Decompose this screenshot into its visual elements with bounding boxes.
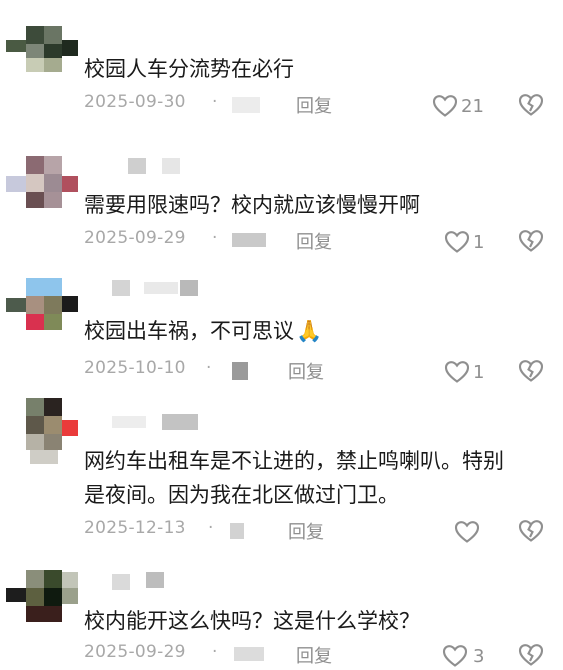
username-blur[interactable] bbox=[112, 280, 130, 296]
like-count: 3 bbox=[473, 645, 485, 667]
avatar[interactable] bbox=[6, 156, 78, 216]
separator-dot: · bbox=[212, 228, 218, 248]
username-blur[interactable] bbox=[112, 574, 130, 590]
comment-text: 校园人车分流势在必行 bbox=[84, 57, 294, 81]
reply-button[interactable]: 回复 bbox=[296, 228, 332, 254]
broken-heart-icon bbox=[518, 230, 544, 252]
comment-meta: 2025-12-13 · 回复 bbox=[84, 518, 554, 546]
like-count: 21 bbox=[461, 95, 484, 117]
separator-dot: · bbox=[208, 518, 214, 538]
username-blur[interactable] bbox=[112, 416, 146, 428]
username-blur[interactable] bbox=[162, 158, 180, 174]
username-blur[interactable] bbox=[162, 414, 198, 430]
like-count: 1 bbox=[473, 361, 485, 383]
heart-outline-icon bbox=[432, 95, 458, 117]
comment-text: 需要用限速吗？校内就应该慢慢开啊 bbox=[84, 193, 420, 217]
username-blur[interactable] bbox=[180, 280, 198, 296]
comment-text-content: 校园出车祸，不可思议 bbox=[84, 319, 294, 343]
avatar[interactable] bbox=[6, 26, 78, 86]
comment-date: 2025-09-29 bbox=[84, 642, 186, 662]
username-blur[interactable] bbox=[128, 158, 146, 174]
dislike-button[interactable] bbox=[518, 92, 544, 118]
broken-heart-icon bbox=[518, 520, 544, 542]
dislike-button[interactable] bbox=[518, 518, 544, 544]
dislike-button[interactable] bbox=[518, 358, 544, 384]
username-blur[interactable] bbox=[144, 282, 178, 294]
username-blur[interactable] bbox=[146, 572, 164, 588]
comment-text: 校内能开这么快吗？这是什么学校？ bbox=[84, 609, 420, 633]
reply-button[interactable]: 回复 bbox=[288, 518, 324, 544]
comment-meta: 2025-09-30 · 回复 21 bbox=[84, 92, 554, 120]
broken-heart-icon bbox=[518, 94, 544, 116]
reply-button[interactable]: 回复 bbox=[288, 358, 324, 384]
heart-outline-icon bbox=[442, 645, 468, 667]
like-button[interactable] bbox=[454, 518, 483, 546]
location-blur bbox=[232, 362, 248, 380]
comment-text: 校园出车祸，不可思议🙏 bbox=[84, 314, 544, 348]
comment-meta: 2025-09-29 · 回复 1 bbox=[84, 228, 554, 256]
avatar[interactable] bbox=[6, 398, 78, 464]
reply-button[interactable]: 回复 bbox=[296, 92, 332, 118]
comment-text-line: 网约车出租车是不让进的，禁止鸣喇叭。特别 bbox=[84, 449, 504, 473]
avatar[interactable] bbox=[6, 278, 78, 338]
heart-outline-icon bbox=[454, 521, 480, 543]
location-blur bbox=[232, 97, 260, 113]
comment-meta: 2025-09-29 · 回复 3 bbox=[84, 642, 554, 670]
avatar[interactable] bbox=[6, 570, 78, 630]
location-blur bbox=[234, 647, 264, 661]
like-button[interactable]: 21 bbox=[432, 92, 484, 120]
comment-text-line: 是夜间。因为我在北区做过门卫。 bbox=[84, 483, 399, 507]
separator-dot: · bbox=[206, 358, 212, 378]
separator-dot: · bbox=[212, 92, 218, 112]
separator-dot: · bbox=[212, 642, 218, 662]
like-button[interactable]: 1 bbox=[444, 228, 484, 256]
comment-meta: 2025-10-10 · 回复 1 bbox=[84, 358, 554, 386]
comment-date: 2025-12-13 bbox=[84, 518, 186, 538]
location-blur bbox=[232, 233, 266, 247]
broken-heart-icon bbox=[518, 360, 544, 382]
comment-date: 2025-10-10 bbox=[84, 358, 186, 378]
heart-outline-icon bbox=[444, 361, 470, 383]
reply-button[interactable]: 回复 bbox=[296, 642, 332, 668]
dislike-button[interactable] bbox=[518, 642, 544, 668]
comment-date: 2025-09-30 bbox=[84, 92, 186, 112]
dislike-button[interactable] bbox=[518, 228, 544, 254]
like-button[interactable]: 3 bbox=[442, 642, 484, 670]
praying-hands-emoji: 🙏 bbox=[296, 319, 323, 343]
location-blur bbox=[230, 523, 244, 539]
comment-date: 2025-09-29 bbox=[84, 228, 186, 248]
like-count: 1 bbox=[473, 231, 485, 253]
comment-text: 网约车出租车是不让进的，禁止鸣喇叭。特别 是夜间。因为我在北区做过门卫。 bbox=[84, 444, 544, 512]
heart-outline-icon bbox=[444, 231, 470, 253]
like-button[interactable]: 1 bbox=[444, 358, 484, 386]
broken-heart-icon bbox=[518, 644, 544, 666]
